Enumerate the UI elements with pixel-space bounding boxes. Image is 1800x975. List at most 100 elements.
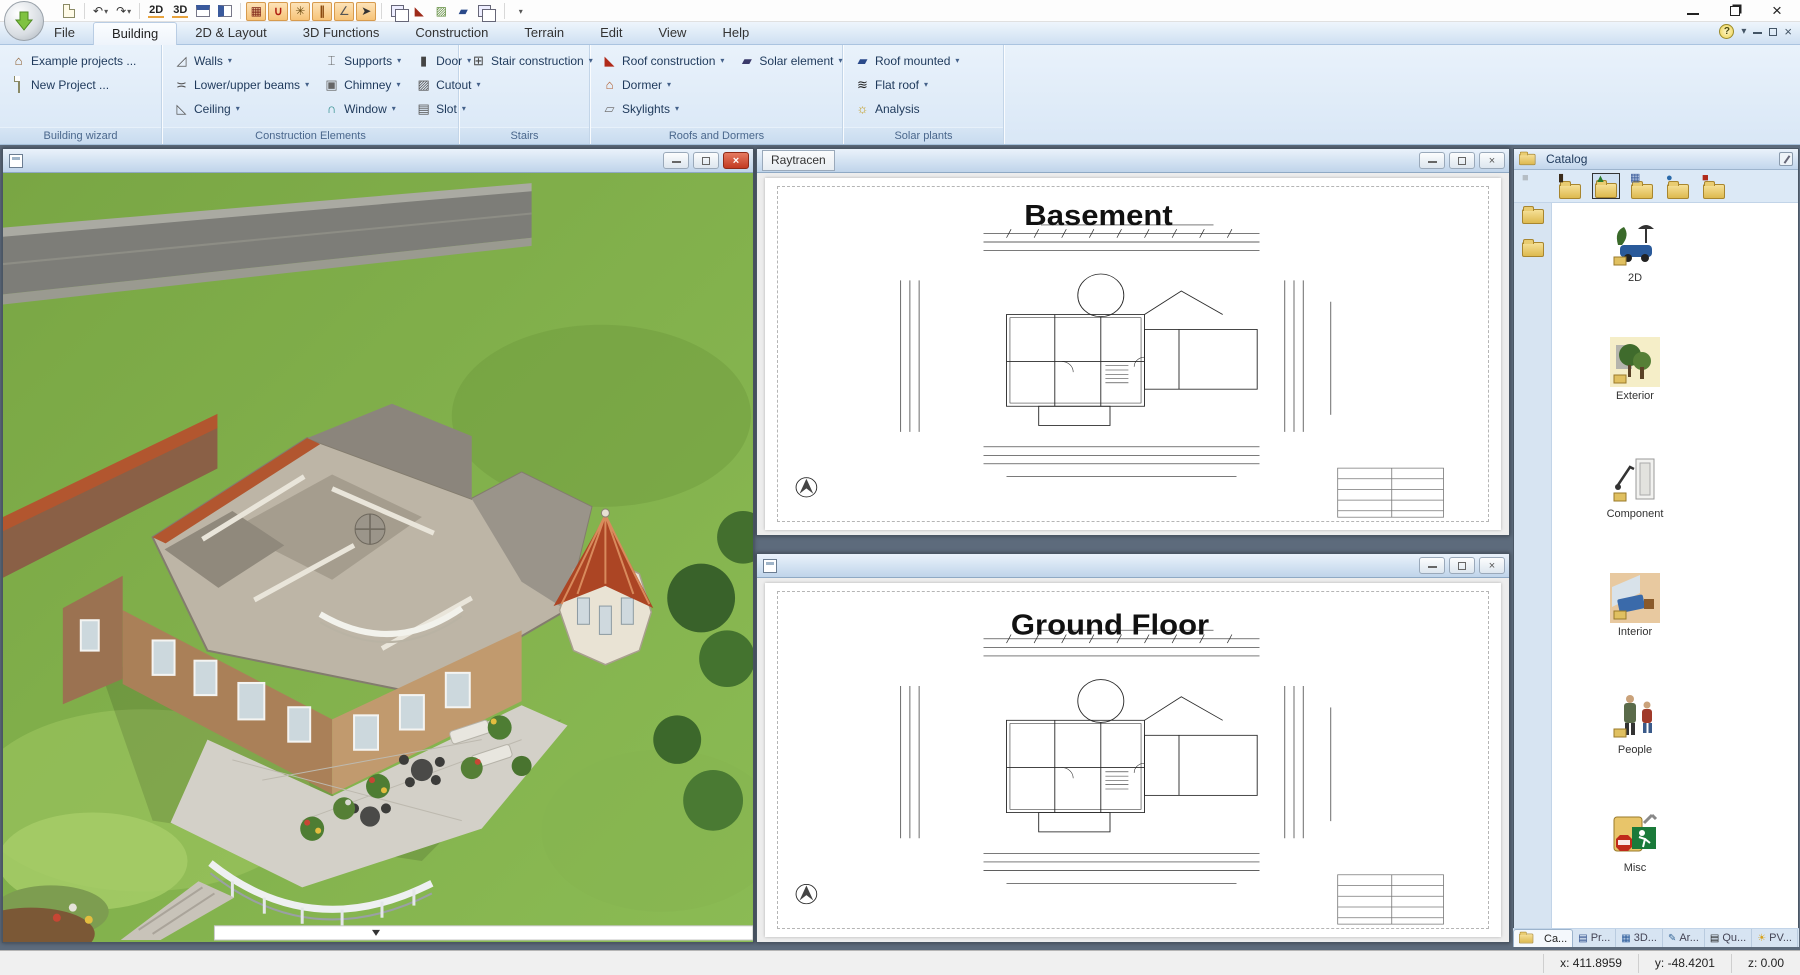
skylights-dropdown-icon[interactable]: ▾ <box>675 104 679 113</box>
catalog-item-interior[interactable]: Interior <box>1580 573 1690 638</box>
catalog-doors-folder-icon[interactable]: ▮ <box>1556 173 1584 199</box>
basement-minimize-button[interactable] <box>1419 152 1445 169</box>
skylights-button[interactable]: ▱Skylights▾ <box>599 99 726 118</box>
dormer-dropdown-icon[interactable]: ▾ <box>667 80 671 89</box>
analysis-button[interactable]: ☼Analysis <box>852 99 961 118</box>
roof-mounted-dropdown-icon[interactable]: ▾ <box>955 56 959 65</box>
tab-2d-layout[interactable]: 2D & Layout <box>177 22 285 45</box>
tab-terrain[interactable]: Terrain <box>506 22 582 45</box>
walls-dropdown-icon[interactable]: ▾ <box>228 56 232 65</box>
tab-edit[interactable]: Edit <box>582 22 640 45</box>
panel-tab-quote[interactable]: ▤Qu... <box>1705 929 1752 947</box>
catalog-back-icon[interactable]: ■ <box>1520 173 1548 199</box>
panel-tab-project[interactable]: ▤Pr... <box>1573 929 1616 947</box>
area-texture-icon[interactable]: ▨ <box>431 2 451 21</box>
mdi-close-button[interactable]: × <box>1784 24 1792 39</box>
redo-dropdown-icon[interactable]: ▾ <box>127 7 131 16</box>
solar-element-dropdown-icon[interactable]: ▾ <box>838 56 842 65</box>
undo-icon[interactable]: ↶▾ <box>90 2 111 21</box>
ceiling-dropdown-icon[interactable]: ▾ <box>236 104 240 113</box>
mdi-restore-button[interactable] <box>1769 28 1777 36</box>
beams-dropdown-icon[interactable]: ▾ <box>305 80 309 89</box>
new-document-icon[interactable] <box>59 2 79 21</box>
ground-floor-maximize-button[interactable] <box>1449 557 1475 574</box>
ceiling-button[interactable]: ◺Ceiling▾ <box>171 99 311 118</box>
view-3d-minimize-button[interactable] <box>663 152 689 169</box>
basement-close-button[interactable]: × <box>1479 152 1505 169</box>
chimney-button[interactable]: ▣Chimney▾ <box>321 75 403 94</box>
view-2d-icon[interactable]: 2D <box>145 2 167 21</box>
parallel-guides-icon[interactable]: ∥ <box>312 2 332 21</box>
tab-building[interactable]: Building <box>93 22 177 45</box>
catalog-web-folder-icon[interactable]: ● <box>1664 173 1692 199</box>
raytrace-button[interactable]: Raytracen <box>762 150 835 171</box>
maximize-button[interactable] <box>1718 1 1752 21</box>
supports-dropdown-icon[interactable]: ▾ <box>397 56 401 65</box>
roof-construction-button[interactable]: ◣Roof construction▾ <box>599 51 726 70</box>
catalog-item-misc[interactable]: Misc <box>1580 809 1690 874</box>
panel-tab-catalog[interactable]: Ca... <box>1513 929 1573 947</box>
ground-floor-titlebar[interactable]: × <box>757 554 1509 578</box>
flat-roof-button[interactable]: ≋Flat roof▾ <box>852 75 961 94</box>
undo-dropdown-icon[interactable]: ▾ <box>104 7 108 16</box>
angle-snap-icon[interactable]: ∠ <box>334 2 354 21</box>
view-3d-viewport[interactable] <box>3 173 753 942</box>
solar-panel-icon[interactable]: ▰ <box>453 2 473 21</box>
help-icon[interactable]: ? <box>1719 24 1734 39</box>
catalog-item-people[interactable]: People <box>1580 691 1690 756</box>
example-projects-button[interactable]: ⌂ Example projects ... <box>8 51 138 70</box>
close-button[interactable]: × <box>1760 1 1794 21</box>
tab-help[interactable]: Help <box>704 22 767 45</box>
ground-floor-close-button[interactable]: × <box>1479 557 1505 574</box>
ground-floor-plan-canvas[interactable]: Ground Floor <box>757 578 1509 942</box>
beams-button[interactable]: ≍Lower/upper beams▾ <box>171 75 311 94</box>
tab-construction[interactable]: Construction <box>397 22 506 45</box>
snap-point-icon[interactable]: ✳ <box>290 2 310 21</box>
panel-tab-pv[interactable]: ☀PV... <box>1752 929 1798 947</box>
view-3d-maximize-button[interactable] <box>693 152 719 169</box>
catalog-objects-folder-icon[interactable]: ▲ <box>1592 173 1620 199</box>
copy-pages-icon[interactable]: ▾ <box>475 2 499 21</box>
basement-titlebar[interactable]: × <box>757 149 1509 173</box>
catalog-materials-folder-icon[interactable]: ▦ <box>1628 173 1656 199</box>
solar-element-button[interactable]: ▰Solar element▾ <box>736 51 844 70</box>
new-project-button[interactable]: New Project ... <box>8 75 138 94</box>
view-3d-icon[interactable]: 3D <box>169 2 191 21</box>
transform-copy-icon[interactable] <box>387 2 407 21</box>
panel-tab-area[interactable]: ✎Ar... <box>1663 929 1705 947</box>
catalog-item-component[interactable]: Component <box>1580 455 1690 520</box>
panel-tab-3d[interactable]: ▦3D... <box>1616 929 1663 947</box>
snap-magnet-icon[interactable]: ∪ <box>268 2 288 21</box>
tab-view[interactable]: View <box>641 22 705 45</box>
mdi-minimize-button[interactable] <box>1753 29 1762 34</box>
app-menu-button[interactable] <box>4 1 44 41</box>
toolbar-overflow-icon[interactable]: ▾ <box>510 2 530 21</box>
catalog-folder-shortcut2-icon[interactable] <box>1522 242 1544 257</box>
help-dropdown-icon[interactable]: ▾ <box>1741 26 1746 37</box>
view-3d-titlebar[interactable]: × <box>3 149 753 173</box>
grid-toggle-icon[interactable]: ▦ <box>246 2 266 21</box>
catalog-item-exterior[interactable]: Exterior <box>1580 337 1690 402</box>
split-horizontal-icon[interactable] <box>193 2 213 21</box>
basement-plan-canvas[interactable]: Basement <box>757 173 1509 535</box>
catalog-item-2d[interactable]: 2D <box>1580 219 1690 284</box>
view-3d-close-button[interactable]: × <box>723 152 749 169</box>
catalog-search-folder-icon[interactable]: ■ <box>1700 173 1728 199</box>
roof-mounted-button[interactable]: ▰Roof mounted▾ <box>852 51 961 70</box>
roof-tool-icon[interactable]: ◣ <box>409 2 429 21</box>
minimize-button[interactable] <box>1676 1 1710 21</box>
catalog-folder-shortcut-icon[interactable] <box>1522 209 1544 224</box>
stair-construction-button[interactable]: ⊞Stair construction▾ <box>468 51 595 70</box>
supports-button[interactable]: ⌶Supports▾ <box>321 51 403 70</box>
dormer-button[interactable]: ⌂Dormer▾ <box>599 75 726 94</box>
roof-dropdown-icon[interactable]: ▾ <box>720 56 724 65</box>
walls-button[interactable]: ◿Walls▾ <box>171 51 311 70</box>
window-dropdown-icon[interactable]: ▾ <box>392 104 396 113</box>
flat-roof-dropdown-icon[interactable]: ▾ <box>924 80 928 89</box>
basement-maximize-button[interactable] <box>1449 152 1475 169</box>
window-button[interactable]: ∩Window▾ <box>321 99 403 118</box>
split-vertical-icon[interactable] <box>215 2 235 21</box>
chimney-dropdown-icon[interactable]: ▾ <box>396 80 400 89</box>
select-arrow-icon[interactable]: ➤ <box>356 2 376 21</box>
pin-icon[interactable] <box>1779 152 1793 166</box>
